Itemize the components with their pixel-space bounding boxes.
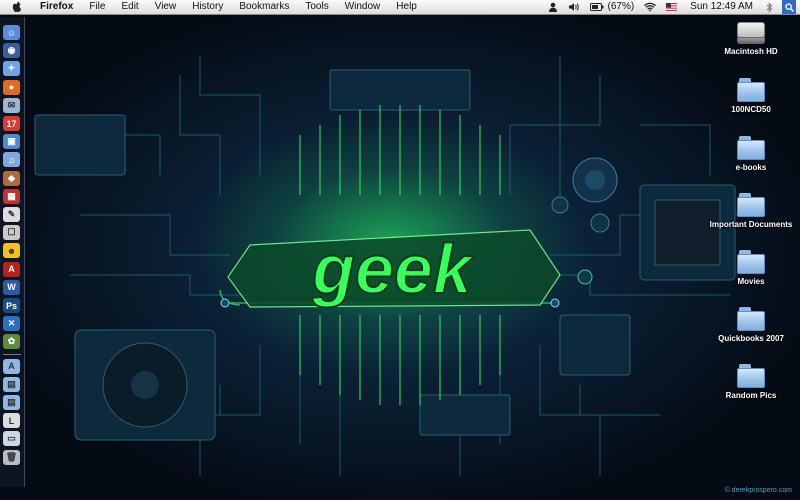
folder-icon (737, 136, 765, 160)
menu-edit[interactable]: Edit (113, 0, 146, 14)
desktop-icon-random-pics[interactable]: Random Pics (701, 364, 800, 400)
xcode-icon[interactable]: ✕ (3, 316, 20, 332)
desktop-icon-label: Important Documents (709, 220, 793, 229)
menu-app-name[interactable]: Firefox (32, 0, 81, 14)
documents-stack-icon[interactable]: ▤ (3, 376, 20, 392)
circuit-board-graphic: geek (34, 55, 740, 475)
ical-icon[interactable]: 17 (3, 116, 20, 131)
desktop-icon-important-documents[interactable]: Important Documents (701, 193, 800, 229)
desktop-wallpaper: geek © derekprospero.com (0, 15, 800, 500)
user-icon[interactable] (543, 2, 563, 12)
desktop-icon-movies[interactable]: Movies (701, 250, 800, 286)
desktop-icon-label: Movies (737, 277, 765, 286)
desktop-icon-macintosh-hd[interactable]: Macintosh HD (701, 22, 800, 56)
adium-icon[interactable]: ☻ (3, 243, 20, 259)
photoshop-icon[interactable]: Ps (3, 298, 20, 313)
firefox-icon[interactable]: ● (3, 79, 20, 95)
folder-icon (737, 193, 765, 217)
finder-icon[interactable]: ☺ (3, 25, 20, 40)
menu-help[interactable]: Help (388, 0, 425, 14)
text-editor-icon[interactable]: ✎ (3, 207, 20, 222)
menu-bar: Firefox File Edit View History Bookmarks… (0, 0, 800, 15)
apple-menu-icon[interactable] (10, 0, 24, 14)
itunes-icon[interactable]: ♫ (3, 152, 20, 168)
folder-icon (737, 307, 765, 331)
geek-logo-text: geek (311, 230, 475, 308)
desktop-icon-label: 100NCD50 (731, 105, 771, 114)
menu-window[interactable]: Window (337, 0, 389, 14)
desktop-icon-100ncd50[interactable]: 100NCD50 (701, 78, 800, 114)
spotlight-icon[interactable] (782, 0, 796, 14)
folder-stack-icon[interactable]: L (3, 413, 20, 429)
photo-browser-icon[interactable]: ▦ (3, 188, 20, 204)
menu-history[interactable]: History (184, 0, 231, 14)
menu-bookmarks[interactable]: Bookmarks (231, 0, 297, 14)
applications-stack-icon[interactable]: A (3, 358, 20, 374)
network-icon[interactable]: ▭ (3, 431, 20, 447)
battery-percent: (67%) (607, 1, 635, 12)
wifi-icon[interactable] (639, 2, 661, 12)
bluetooth-icon[interactable] (761, 1, 778, 13)
acrobat-icon[interactable]: A (3, 261, 20, 277)
mail-icon[interactable]: ✉ (3, 97, 20, 113)
flag-icon[interactable] (661, 3, 682, 11)
folder-icon (737, 250, 765, 274)
menu-clock[interactable]: Sun 12:49 AM (682, 0, 761, 14)
word-icon[interactable]: W (3, 279, 20, 295)
dashboard-icon[interactable]: ◉ (3, 43, 20, 59)
desktop-icon-label: Random Pics (725, 391, 777, 400)
folder-icon (737, 78, 765, 102)
iphoto-icon[interactable]: ▣ (3, 134, 20, 150)
wallpaper-watermark: © derekprospero.com (724, 487, 792, 494)
battery-status[interactable]: (67%) (585, 0, 639, 14)
folder-icon (737, 364, 765, 388)
downloads-stack-icon[interactable]: ▤ (3, 395, 20, 410)
desktop-icon-label: Macintosh HD (724, 47, 778, 56)
battery-icon (590, 3, 604, 11)
image-capture-icon[interactable]: ◆ (3, 170, 20, 186)
dock-separator (3, 353, 21, 355)
desktop-icon-label: e-books (735, 163, 767, 172)
utility-icon[interactable]: ✿ (3, 334, 20, 350)
menu-tools[interactable]: Tools (297, 0, 336, 14)
safari-icon[interactable]: ✦ (3, 61, 20, 77)
dock: ☺ ◉ ✦ ● ✉ 17 ▣ ♫ ◆ ▦ ✎ ☐ ☻ A W Ps ✕ ✿ A ▤ ▤ L ▭ 🗑 (0, 17, 25, 487)
script-editor-icon[interactable]: ☐ (3, 225, 20, 241)
desktop-icon-label: Quickbooks 2007 (718, 334, 784, 343)
menu-file[interactable]: File (81, 0, 113, 14)
desktop-icon-e-books[interactable]: e-books (701, 136, 800, 172)
desktop-icon-quickbooks-2007[interactable]: Quickbooks 2007 (701, 307, 800, 343)
trash-icon[interactable]: 🗑 (3, 449, 20, 465)
volume-icon[interactable] (563, 2, 585, 12)
menu-view[interactable]: View (147, 0, 185, 14)
hard-drive-icon (737, 22, 765, 44)
